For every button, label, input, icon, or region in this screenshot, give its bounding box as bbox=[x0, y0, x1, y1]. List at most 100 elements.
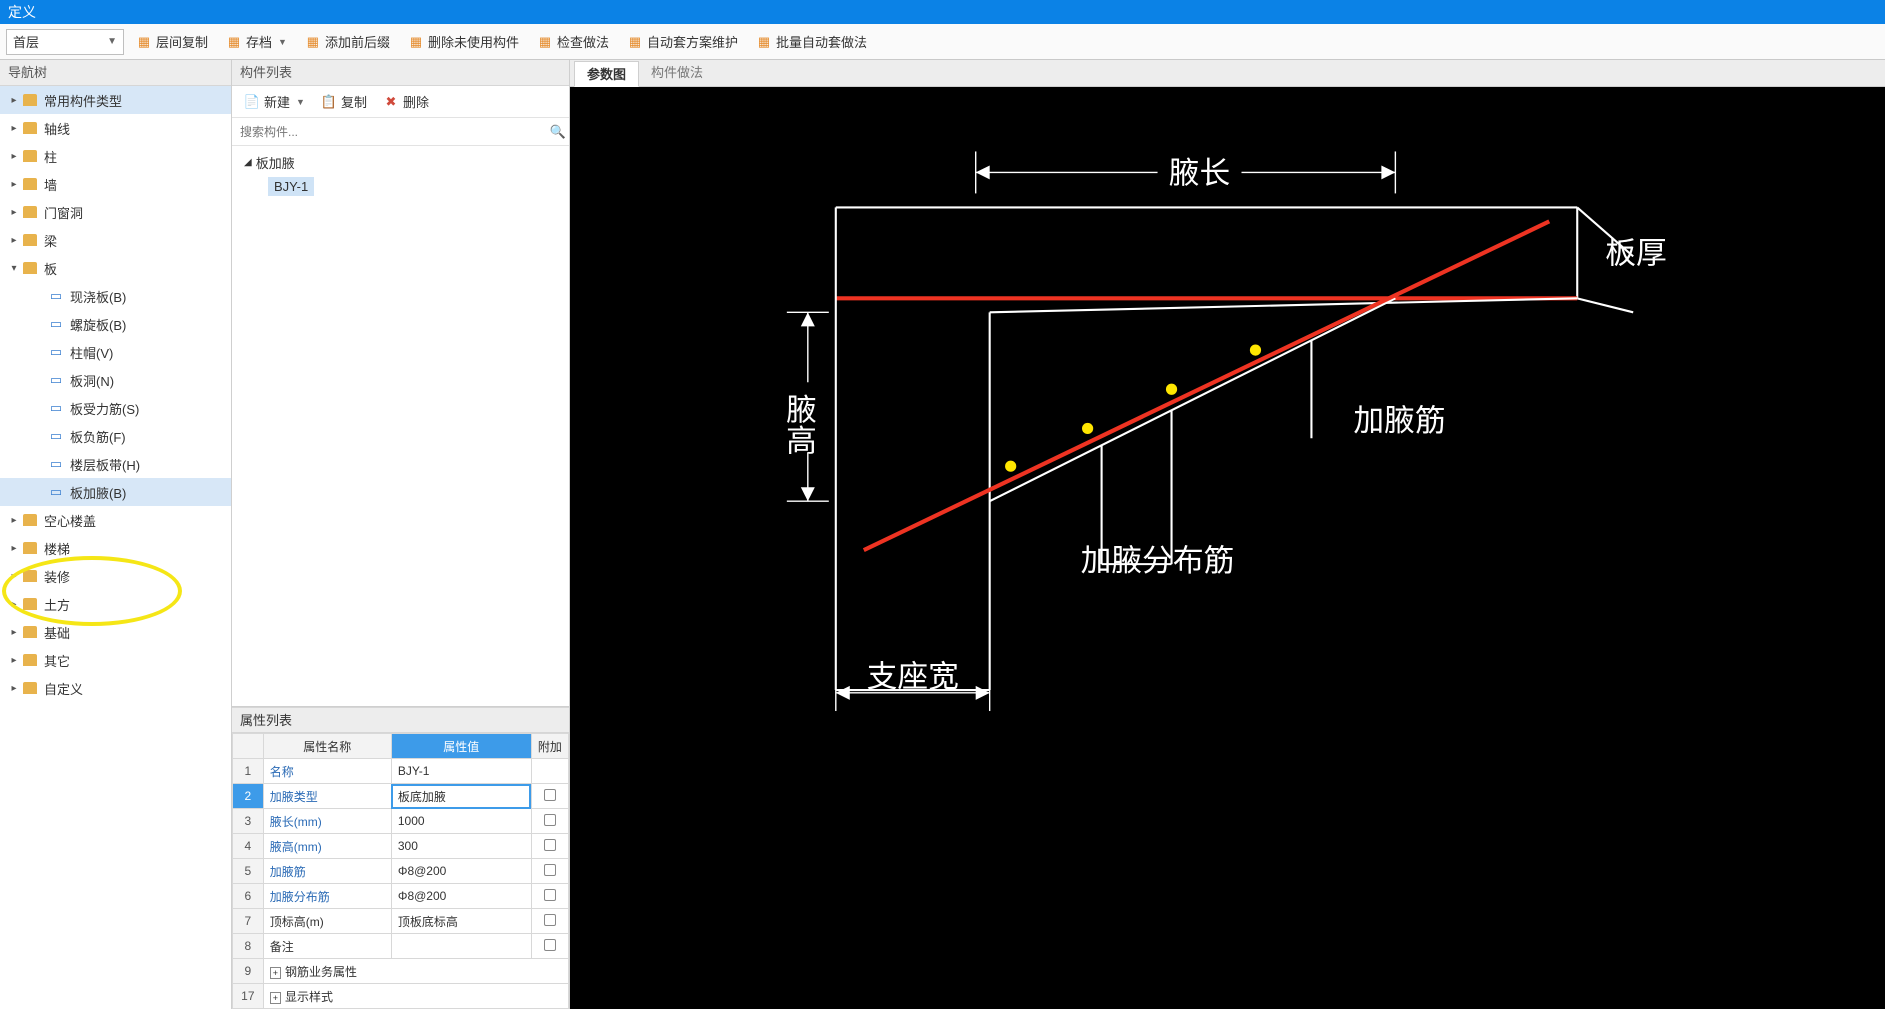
folder-icon bbox=[22, 568, 38, 584]
nav-item[interactable]: ▭板受力筋(S) bbox=[0, 394, 231, 422]
row-number: 4 bbox=[233, 834, 264, 859]
row-number: 17 bbox=[233, 984, 264, 1009]
prop-extra[interactable] bbox=[531, 934, 568, 959]
new-button[interactable]: 📄 新建 ▼ bbox=[238, 90, 311, 114]
property-row[interactable]: 1名称BJY-1 bbox=[233, 759, 569, 784]
copy-layers-button[interactable]: ▦层间复制 bbox=[130, 29, 214, 55]
label-fen-bu-jin: 加腋分布筋 bbox=[1081, 544, 1235, 578]
prop-extra[interactable] bbox=[531, 759, 568, 784]
prop-value[interactable]: BJY-1 bbox=[391, 759, 531, 784]
property-row[interactable]: 6加腋分布筋Φ8@200 bbox=[233, 884, 569, 909]
prefix-suffix-button[interactable]: ▦添加前后缀 bbox=[299, 29, 396, 55]
prop-name[interactable]: +显示样式 bbox=[263, 984, 568, 1009]
prop-value[interactable]: 顶板底标高 bbox=[391, 909, 531, 934]
prop-value[interactable]: Φ8@200 bbox=[391, 859, 531, 884]
prop-extra[interactable] bbox=[531, 834, 568, 859]
prop-name: 备注 bbox=[263, 934, 391, 959]
tab-param[interactable]: 参数图 bbox=[574, 61, 639, 87]
prop-name: 腋长(mm) bbox=[263, 809, 391, 834]
prop-extra[interactable] bbox=[531, 884, 568, 909]
expand-icon: ▸ bbox=[8, 179, 20, 190]
item-icon: ▭ bbox=[48, 456, 64, 472]
batch-auto-button[interactable]: ▦批量自动套做法 bbox=[750, 29, 873, 55]
property-row[interactable]: 4腋高(mm)300 bbox=[233, 834, 569, 859]
nav-item[interactable]: ▸梁 bbox=[0, 226, 231, 254]
property-row[interactable]: 9+钢筋业务属性 bbox=[233, 959, 569, 984]
prop-extra[interactable] bbox=[531, 784, 568, 809]
property-row[interactable]: 3腋长(mm)1000 bbox=[233, 809, 569, 834]
collapse-icon: ◢ bbox=[244, 157, 252, 168]
nav-item[interactable]: ▸门窗洞 bbox=[0, 198, 231, 226]
prop-extra[interactable] bbox=[531, 809, 568, 834]
prop-extra[interactable] bbox=[531, 859, 568, 884]
nav-item[interactable]: ▸自定义 bbox=[0, 674, 231, 702]
prop-value[interactable]: 板底加腋 bbox=[391, 784, 531, 809]
prop-value[interactable]: 1000 bbox=[391, 809, 531, 834]
copy-button[interactable]: 📋 复制 bbox=[315, 90, 373, 114]
nav-item[interactable]: ▸常用构件类型 bbox=[0, 86, 231, 114]
tab-method[interactable]: 构件做法 bbox=[639, 60, 715, 86]
row-number: 3 bbox=[233, 809, 264, 834]
label-zhi-zuo-kuan: 支座宽 bbox=[867, 660, 959, 694]
folder-icon bbox=[22, 120, 38, 136]
nav-item[interactable]: ▸基础 bbox=[0, 618, 231, 646]
component-tree-item[interactable]: BJY-1 bbox=[232, 174, 569, 198]
delete-unused-button[interactable]: ▦删除未使用构件 bbox=[402, 29, 525, 55]
prop-extra[interactable] bbox=[531, 909, 568, 934]
expand-icon: ▸ bbox=[8, 123, 20, 134]
search-icon[interactable]: 🔍 bbox=[547, 124, 569, 140]
folder-icon bbox=[22, 512, 38, 528]
component-tree-root[interactable]: ◢ 板加腋 bbox=[232, 150, 569, 174]
item-icon: ▭ bbox=[48, 344, 64, 360]
property-table: 属性名称 属性值 附加 1名称BJY-12加腋类型板底加腋3腋长(mm)1000… bbox=[232, 733, 569, 1009]
prop-name: 顶标高(m) bbox=[263, 909, 391, 934]
nav-item[interactable]: ▸轴线 bbox=[0, 114, 231, 142]
prop-name: 加腋筋 bbox=[263, 859, 391, 884]
folder-icon bbox=[22, 652, 38, 668]
floor-select[interactable]: 首层 ▼ bbox=[6, 29, 124, 55]
nav-item[interactable]: ▸土方 bbox=[0, 590, 231, 618]
property-row[interactable]: 5加腋筋Φ8@200 bbox=[233, 859, 569, 884]
prop-name[interactable]: +钢筋业务属性 bbox=[263, 959, 568, 984]
nav-item[interactable]: ▭楼层板带(H) bbox=[0, 450, 231, 478]
nav-item[interactable]: ▸装修 bbox=[0, 562, 231, 590]
prop-value[interactable]: Φ8@200 bbox=[391, 884, 531, 909]
nav-item[interactable]: ▸空心楼盖 bbox=[0, 506, 231, 534]
property-row[interactable]: 7顶标高(m)顶板底标高 bbox=[233, 909, 569, 934]
expand-icon: ▸ bbox=[8, 599, 20, 610]
nav-item[interactable]: ▸墙 bbox=[0, 170, 231, 198]
nav-item[interactable]: ▭板加腋(B) bbox=[0, 478, 231, 506]
expand-icon: ▸ bbox=[8, 571, 20, 582]
nav-item[interactable]: ▭板洞(N) bbox=[0, 366, 231, 394]
param-diagram: 腋长 板厚 bbox=[570, 87, 1885, 1009]
nav-item[interactable]: ▸楼梯 bbox=[0, 534, 231, 562]
delete-button[interactable]: ✖ 删除 bbox=[377, 90, 435, 114]
search-input[interactable] bbox=[232, 125, 547, 139]
dropdown-icon: ▼ bbox=[107, 36, 117, 47]
property-row[interactable]: 17+显示样式 bbox=[233, 984, 569, 1009]
nav-item[interactable]: ▭板负筋(F) bbox=[0, 422, 231, 450]
checkbox-icon bbox=[544, 939, 556, 951]
nav-item[interactable]: ▸其它 bbox=[0, 646, 231, 674]
property-row[interactable]: 2加腋类型板底加腋 bbox=[233, 784, 569, 809]
title-bar: 定义 bbox=[0, 0, 1885, 24]
checkbox-icon bbox=[544, 789, 556, 801]
check-method-button[interactable]: ▦检查做法 bbox=[531, 29, 615, 55]
nav-item[interactable]: ▸柱 bbox=[0, 142, 231, 170]
item-icon: ▭ bbox=[48, 484, 64, 500]
auto-plan-button[interactable]: ▦自动套方案维护 bbox=[621, 29, 744, 55]
expand-icon: ▸ bbox=[8, 627, 20, 638]
nav-item[interactable]: ▭柱帽(V) bbox=[0, 338, 231, 366]
item-icon: ▭ bbox=[48, 428, 64, 444]
prop-value[interactable]: 300 bbox=[391, 834, 531, 859]
component-tree: ◢ 板加腋 BJY-1 bbox=[232, 146, 569, 707]
folder-icon bbox=[22, 596, 38, 612]
nav-item[interactable]: ▭现浇板(B) bbox=[0, 282, 231, 310]
copy-layers-icon: ▦ bbox=[136, 34, 152, 50]
nav-item[interactable]: ▾板 bbox=[0, 254, 231, 282]
nav-item[interactable]: ▭螺旋板(B) bbox=[0, 310, 231, 338]
checkbox-icon bbox=[544, 889, 556, 901]
property-row[interactable]: 8备注 bbox=[233, 934, 569, 959]
prop-value[interactable] bbox=[391, 934, 531, 959]
archive-button[interactable]: ▦存档▼ bbox=[220, 29, 293, 55]
